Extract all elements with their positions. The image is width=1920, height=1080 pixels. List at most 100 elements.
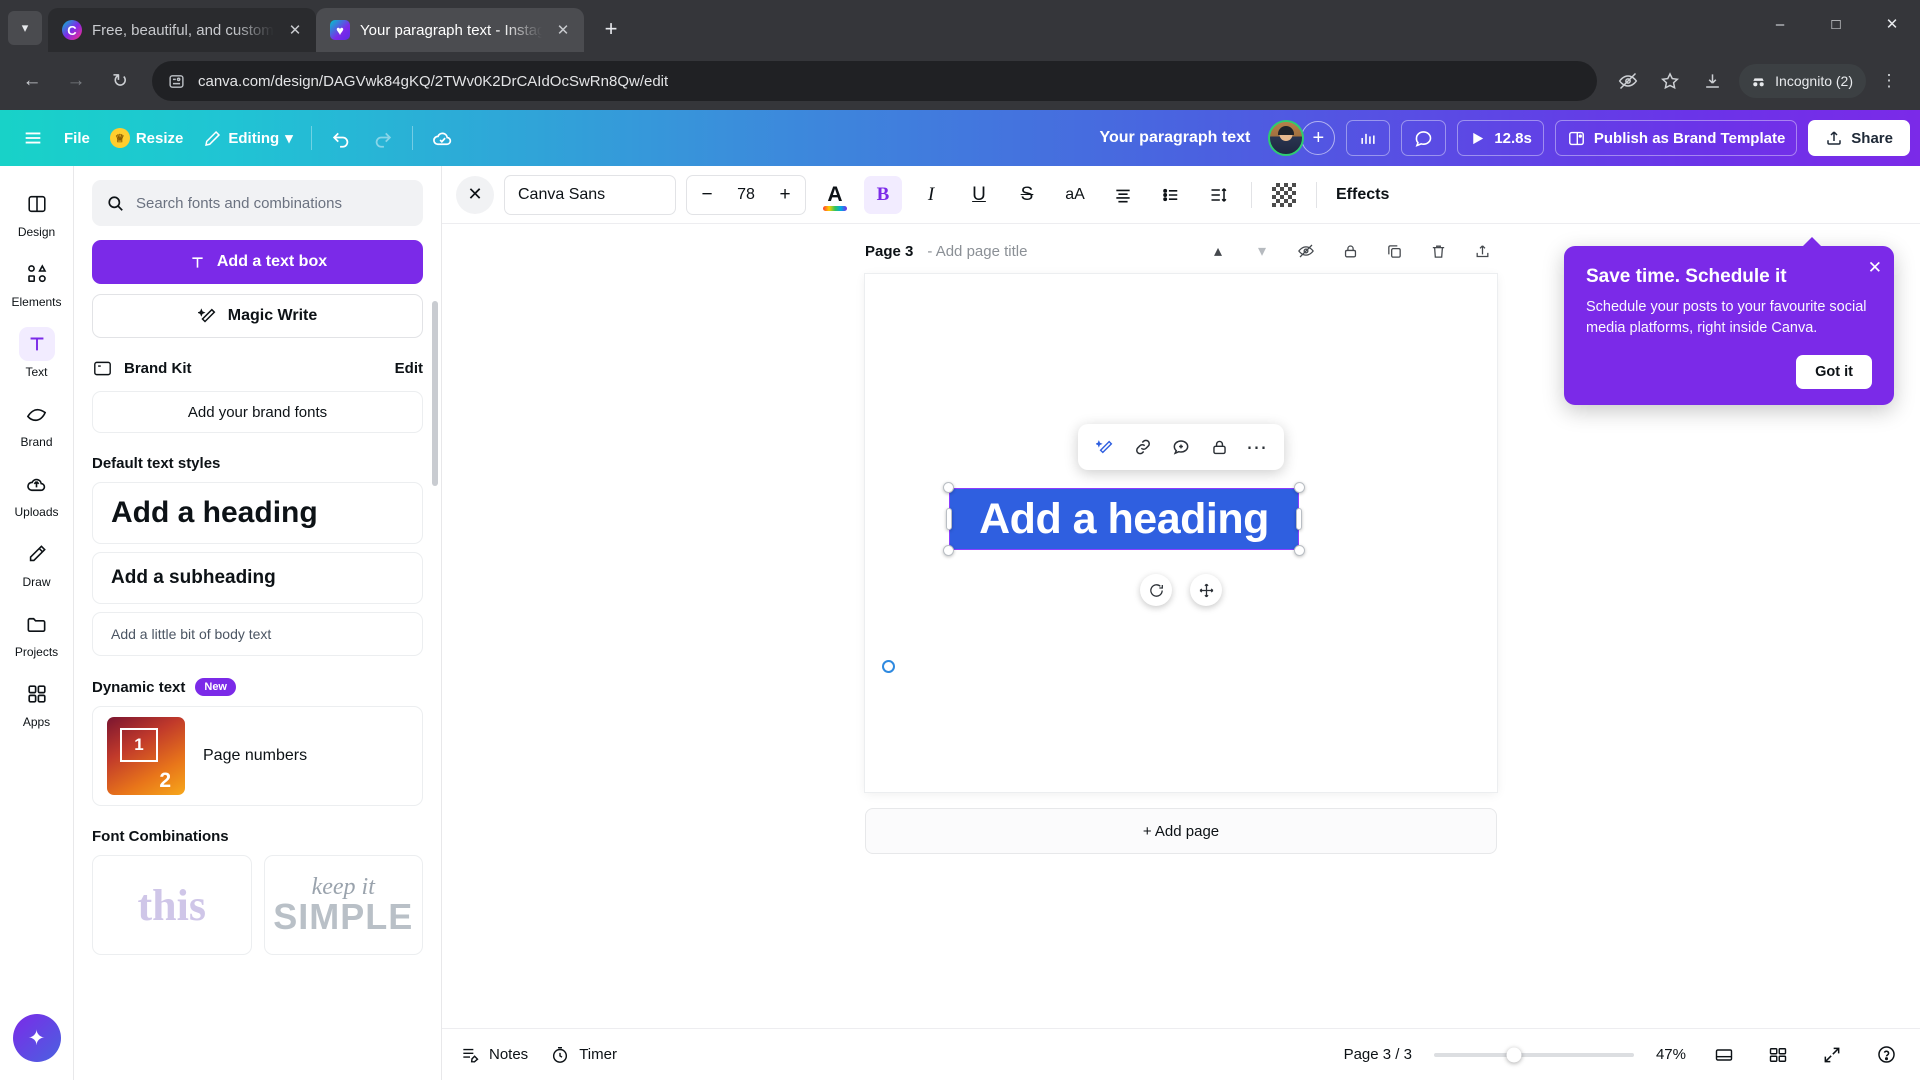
address-bar[interactable]: canva.com/design/DAGVwk84gKQ/2TWv0K2DrCA… [152,61,1598,101]
style-card-subheading[interactable]: Add a subheading [92,552,423,604]
close-window-button[interactable]: ✕ [1864,0,1920,48]
font-combination-card-1[interactable]: this [92,855,252,955]
notes-button[interactable]: Notes [460,1045,528,1065]
zoom-level[interactable]: 47% [1656,1046,1686,1063]
help-icon[interactable] [1870,1039,1902,1071]
font-size-decrease-button[interactable]: − [693,180,721,210]
insights-button[interactable] [1346,120,1391,156]
sidebar-item-uploads[interactable]: Uploads [6,460,68,524]
comment-add-icon[interactable] [1164,430,1198,464]
font-color-A-icon[interactable]: A [816,176,854,214]
font-size-stepper[interactable]: − 78 + [686,174,806,215]
hamburger-menu-icon[interactable] [14,120,52,156]
italic-button[interactable]: I [912,176,950,214]
transparency-checker-icon[interactable] [1265,176,1303,214]
bullet-list-icon[interactable] [1152,176,1190,214]
forward-icon[interactable]: → [56,61,96,101]
browser-tab-1[interactable]: C Free, beautiful, and customizab ✕ [48,8,316,52]
link-icon[interactable] [1126,430,1160,464]
font-size-increase-button[interactable]: + [771,180,799,210]
effects-button[interactable]: Effects [1330,186,1395,204]
design-page[interactable]: ⋯ Add a heading [865,274,1497,792]
resize-handle-bottom-left[interactable] [943,545,954,556]
maximize-button[interactable]: □ [1808,0,1864,48]
pages-view-icon[interactable] [1762,1039,1794,1071]
page-numbers-card[interactable]: 1 2 Page numbers [92,706,423,806]
panel-scrollbar[interactable] [432,301,438,486]
got-it-button[interactable]: Got it [1796,355,1872,390]
rotate-icon[interactable] [1140,574,1172,606]
underline-button[interactable]: U [960,176,998,214]
add-text-box-button[interactable]: Add a text box [92,240,423,284]
back-icon[interactable]: ← [12,61,52,101]
magic-write-button[interactable]: Magic Write [92,294,423,338]
sidebar-item-text[interactable]: Text [6,320,68,384]
close-icon[interactable]: ✕ [456,175,494,214]
avatar[interactable] [1268,120,1305,156]
resize-handle-top-left[interactable] [943,482,954,493]
minimize-button[interactable]: – [1752,0,1808,48]
star-icon[interactable] [1651,62,1689,100]
zoom-slider[interactable] [1433,1047,1634,1062]
fullscreen-icon[interactable] [1816,1039,1848,1071]
align-center-icon[interactable] [1104,176,1142,214]
move-icon[interactable] [1190,574,1222,606]
sidebar-item-brand[interactable]: Brand [6,390,68,454]
font-family-select[interactable]: Canva Sans [504,174,676,215]
search-box[interactable] [92,180,423,226]
more-dots-icon[interactable]: ⋯ [1240,430,1274,464]
kebab-menu-icon[interactable]: ⋮ [1870,62,1908,100]
magic-sparkle-icon[interactable]: ✦ [12,1014,61,1062]
bold-button[interactable]: B [864,175,902,214]
resize-handle-top-right[interactable] [1294,482,1305,493]
comment-button[interactable] [1401,120,1447,156]
close-icon[interactable]: ✕ [284,19,306,41]
document-title[interactable]: Your paragraph text [1099,129,1250,147]
new-tab-button[interactable]: + [594,12,628,46]
resize-handle-middle-left[interactable] [946,508,952,530]
sidebar-item-apps[interactable]: Apps [6,670,68,734]
sidebar-item-projects[interactable]: Projects [6,600,68,664]
font-size-value[interactable]: 78 [725,186,767,204]
chevron-up-icon[interactable]: ▴ [1203,236,1233,266]
share-out-icon[interactable] [1467,236,1497,266]
strikethrough-button[interactable]: S [1008,176,1046,214]
lock-icon[interactable] [1335,236,1365,266]
eye-off-icon[interactable] [1609,62,1647,100]
incognito-indicator[interactable]: Incognito (2) [1739,64,1866,98]
chevron-down-icon[interactable]: ▾ [1247,236,1277,266]
font-combination-card-2[interactable]: keep it SIMPLE [263,855,423,955]
timer-button[interactable]: Timer [550,1045,617,1065]
close-icon[interactable]: ✕ [1868,258,1882,278]
grid-view-icon[interactable] [1708,1039,1740,1071]
style-card-heading[interactable]: Add a heading [92,482,423,544]
site-settings-icon[interactable] [166,71,186,91]
redo-icon[interactable] [364,120,402,156]
cloud-sync-icon[interactable] [423,120,462,156]
page-title-placeholder[interactable]: - Add page title [927,243,1027,260]
share-button[interactable]: Share [1808,120,1910,156]
add-page-button[interactable]: + Add page [865,808,1497,854]
reload-icon[interactable]: ↻ [100,61,140,101]
publish-brand-template-button[interactable]: Publish as Brand Template [1554,120,1798,156]
duplicate-icon[interactable] [1379,236,1409,266]
style-card-body[interactable]: Add a little bit of body text [92,612,423,656]
add-brand-fonts-button[interactable]: Add your brand fonts [92,391,423,433]
download-icon[interactable] [1693,62,1731,100]
trash-icon[interactable] [1423,236,1453,266]
close-icon[interactable]: ✕ [552,19,574,41]
brand-kit-edit-link[interactable]: Edit [395,360,423,377]
sidebar-item-elements[interactable]: Elements [6,250,68,314]
selected-text-element[interactable]: Add a heading [943,482,1305,556]
browser-tab-2[interactable]: ♥ Your paragraph text - Instagram ✕ [316,8,584,52]
resize-button[interactable]: ♕ Resize [102,120,192,156]
lock-icon[interactable] [1202,430,1236,464]
add-collaborator-button[interactable]: + [1301,121,1336,155]
resize-handle-bottom-right[interactable] [1294,545,1305,556]
sidebar-item-draw[interactable]: Draw [6,530,68,594]
zoom-slider-knob[interactable] [1506,1047,1522,1062]
present-button[interactable]: 12.8s [1457,120,1544,156]
eye-off-icon[interactable] [1291,236,1321,266]
letter-case-button[interactable]: aA [1056,176,1094,214]
line-spacing-icon[interactable] [1200,176,1238,214]
